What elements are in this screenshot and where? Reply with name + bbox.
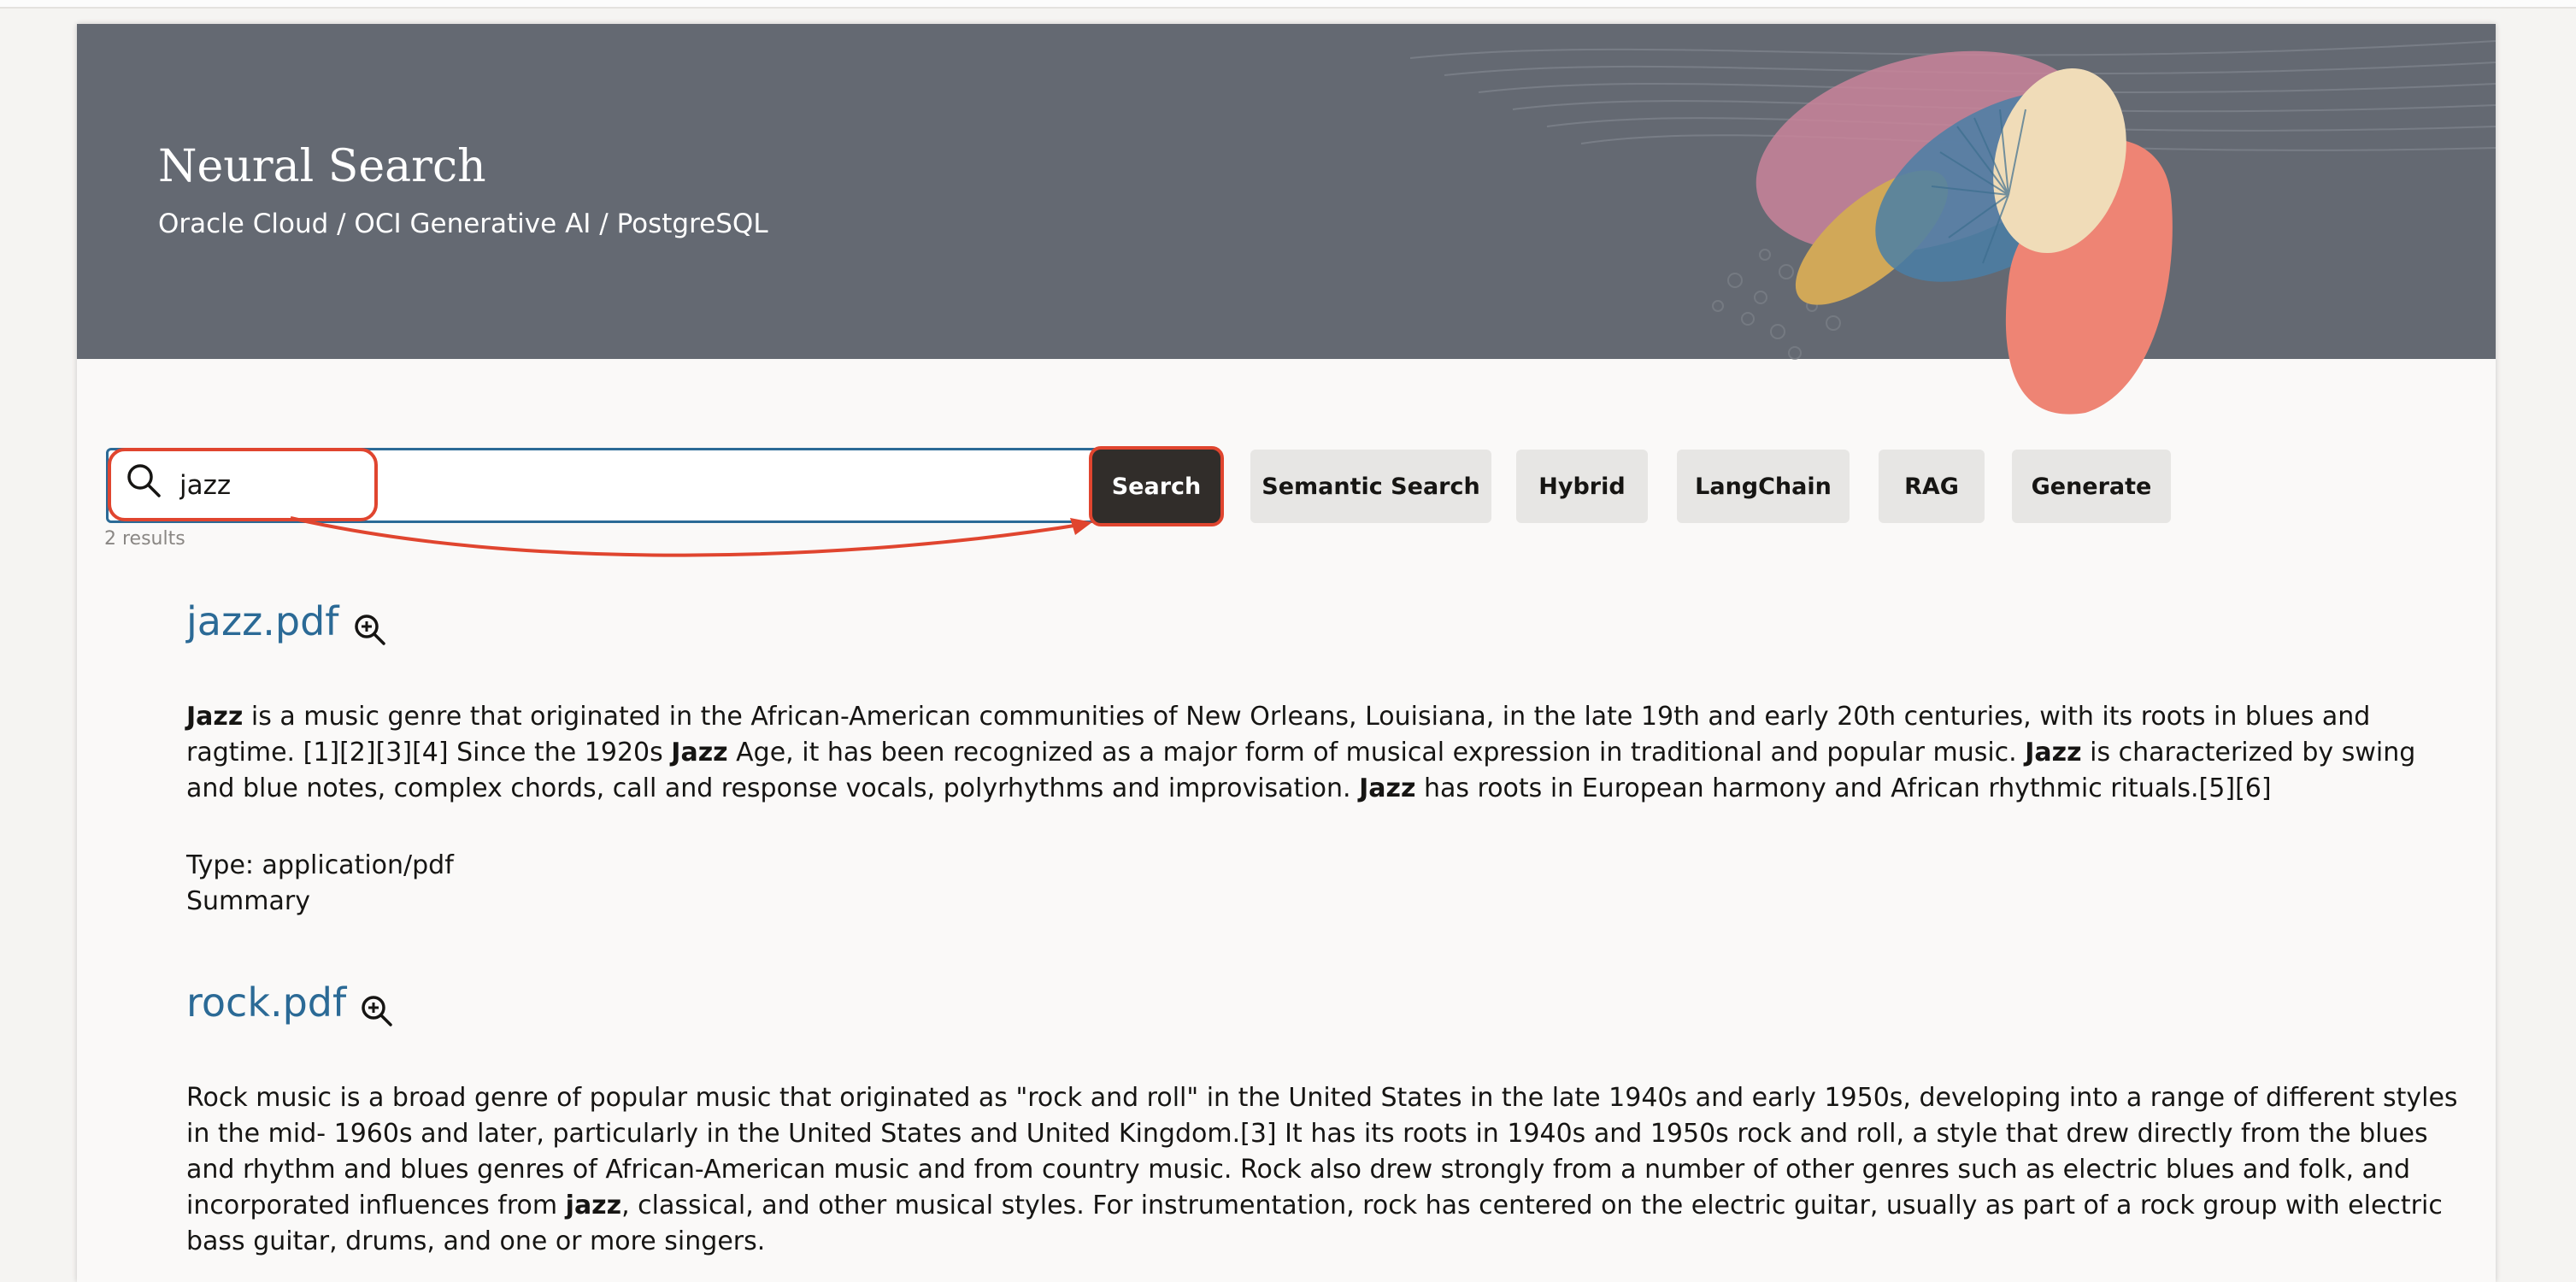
result-snippet: Jazz is a music genre that originated in… xyxy=(186,702,2416,803)
hybrid-button[interactable]: Hybrid xyxy=(1516,450,1648,523)
langchain-button[interactable]: LangChain xyxy=(1677,450,1850,523)
browser-top-edge xyxy=(0,0,2576,9)
zoom-in-icon[interactable] xyxy=(352,612,388,648)
header-banner: Neural Search Oracle Cloud / OCI Generat… xyxy=(77,24,2496,415)
page-container: Neural Search Oracle Cloud / OCI Generat… xyxy=(77,24,2496,1282)
result-snippet: Rock music is a broad genre of popular m… xyxy=(186,1083,2458,1256)
rag-button[interactable]: RAG xyxy=(1879,450,1985,523)
semantic-search-button[interactable]: Semantic Search xyxy=(1250,450,1491,523)
generate-button[interactable]: Generate xyxy=(2012,450,2171,523)
page-subtitle: Oracle Cloud / OCI Generative AI / Postg… xyxy=(158,209,768,239)
search-input[interactable] xyxy=(179,460,1034,511)
search-button[interactable]: Search xyxy=(1092,450,1220,523)
decorative-banner-art xyxy=(1410,40,2496,415)
result-title-rock[interactable]: rock.pdf xyxy=(186,979,346,1026)
results-count: 2 results xyxy=(104,528,185,550)
result-type: Type: application/pdf xyxy=(186,850,454,880)
result-summary-label: Summary xyxy=(186,886,310,916)
result-title-jazz[interactable]: jazz.pdf xyxy=(186,598,338,644)
page-title: Neural Search xyxy=(158,141,486,192)
search-icon xyxy=(127,464,161,497)
zoom-in-icon[interactable] xyxy=(359,993,395,1029)
